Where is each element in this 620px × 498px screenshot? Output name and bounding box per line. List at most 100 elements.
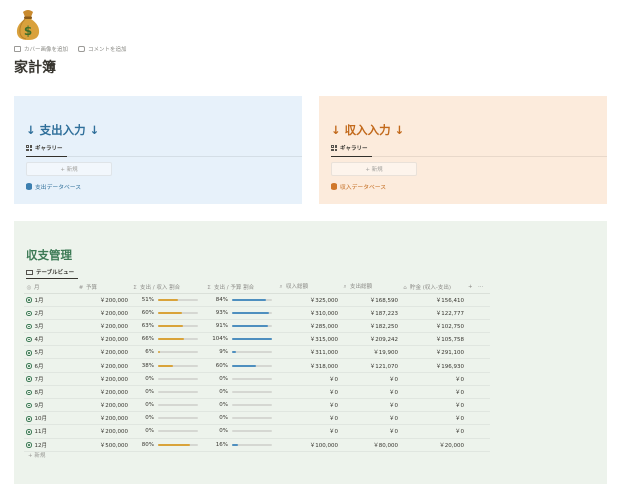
budget-cell[interactable]: ￥200,000 (76, 385, 130, 400)
expense-budget-ratio-cell[interactable]: 0% (204, 424, 276, 439)
add-comment-button[interactable]: コメントを追加 (78, 45, 127, 53)
table-row[interactable]: 8月 ￥200,000 0% 0% ￥0 ￥0 ￥0 (24, 385, 490, 400)
col-month[interactable]: ◎ 月 (24, 281, 76, 294)
expense-income-ratio-cell[interactable]: 80% (130, 438, 204, 452)
col-expense-budget-ratio[interactable]: Σ 支出 / 予算 割合 (204, 281, 276, 294)
expense-new-button[interactable]: + 新規 (26, 162, 112, 176)
page-title[interactable]: 家計簿 (14, 57, 56, 77)
budget-cell[interactable]: ￥200,000 (76, 372, 130, 386)
month-cell[interactable]: 5月 (24, 345, 76, 360)
expense-database-link[interactable]: 支出データベース (26, 182, 81, 191)
expense-total-cell[interactable]: ￥80,000 (340, 438, 400, 452)
expense-income-ratio-cell[interactable]: 6% (130, 345, 204, 360)
month-cell[interactable]: 7月 (24, 372, 76, 386)
expense-income-ratio-cell[interactable]: 38% (130, 358, 204, 373)
expense-total-cell[interactable]: ￥19,900 (340, 345, 400, 360)
expense-income-ratio-cell[interactable]: 0% (130, 411, 204, 426)
income-total-cell[interactable]: ￥311,000 (276, 345, 340, 360)
expense-gallery-tab[interactable]: ギャラリー (26, 142, 67, 157)
expense-budget-ratio-cell[interactable]: 9% (204, 345, 276, 360)
expense-income-ratio-cell[interactable]: 0% (130, 385, 204, 400)
income-total-cell[interactable]: ￥310,000 (276, 306, 340, 320)
month-cell[interactable]: 3月 (24, 319, 76, 334)
savings-cell[interactable]: ￥0 (400, 398, 466, 413)
table-row[interactable]: 4月 ￥200,000 66% 104% ￥315,000 ￥209,242 ￥105,75… (24, 332, 490, 347)
expense-income-ratio-cell[interactable]: 63% (130, 319, 204, 334)
add-column-button[interactable]: + (466, 281, 476, 294)
income-total-cell[interactable]: ￥315,000 (276, 332, 340, 347)
month-cell[interactable]: 2月 (24, 306, 76, 320)
expense-total-cell[interactable]: ￥121,070 (340, 358, 400, 373)
col-expense-total[interactable]: ⌕ 支出総額 (340, 281, 400, 294)
expense-total-cell[interactable]: ￥187,223 (340, 306, 400, 320)
table-row[interactable]: 11月 ￥200,000 0% 0% ￥0 ￥0 ￥0 (24, 424, 490, 439)
month-cell[interactable]: 9月 (24, 398, 76, 413)
budget-cell[interactable]: ￥200,000 (76, 293, 130, 307)
savings-cell[interactable]: ￥105,758 (400, 332, 466, 347)
month-cell[interactable]: 11月 (24, 424, 76, 439)
budget-cell[interactable]: ￥200,000 (76, 332, 130, 347)
expense-budget-ratio-cell[interactable]: 0% (204, 411, 276, 426)
expense-total-cell[interactable]: ￥0 (340, 411, 400, 426)
expense-budget-ratio-cell[interactable]: 104% (204, 332, 276, 347)
expense-budget-ratio-cell[interactable]: 0% (204, 372, 276, 386)
expense-total-cell[interactable]: ￥0 (340, 398, 400, 413)
budget-cell[interactable]: ￥200,000 (76, 319, 130, 334)
expense-total-cell[interactable]: ￥0 (340, 372, 400, 386)
savings-cell[interactable]: ￥156,410 (400, 293, 466, 307)
budget-cell[interactable]: ￥200,000 (76, 411, 130, 426)
table-row[interactable]: 3月 ￥200,000 63% 91% ￥285,000 ￥182,250 ￥102,750 (24, 319, 490, 334)
add-cover-button[interactable]: カバー画像を追加 (14, 45, 68, 53)
expense-budget-ratio-cell[interactable]: 84% (204, 293, 276, 307)
month-cell[interactable]: 4月 (24, 332, 76, 347)
savings-cell[interactable]: ￥0 (400, 385, 466, 400)
income-total-cell[interactable]: ￥100,000 (276, 438, 340, 452)
more-options-button[interactable]: ··· (476, 281, 490, 294)
col-savings[interactable]: ⌂ 貯金 (収入-支出) (400, 281, 466, 294)
table-row[interactable]: 6月 ￥200,000 38% 60% ￥318,000 ￥121,070 ￥196,930 (24, 358, 490, 373)
expense-income-ratio-cell[interactable]: 66% (130, 332, 204, 347)
money-bag-icon[interactable]: $ (14, 8, 42, 42)
expense-budget-ratio-cell[interactable]: 16% (204, 438, 276, 452)
expense-total-cell[interactable]: ￥0 (340, 385, 400, 400)
income-new-button[interactable]: + 新規 (331, 162, 417, 176)
savings-cell[interactable]: ￥102,750 (400, 319, 466, 334)
savings-cell[interactable]: ￥291,100 (400, 345, 466, 360)
table-row[interactable]: 12月 ￥500,000 80% 16% ￥100,000 ￥80,000 ￥20,000 (24, 438, 490, 452)
budget-cell[interactable]: ￥200,000 (76, 424, 130, 439)
month-cell[interactable]: 6月 (24, 358, 76, 373)
col-income-total[interactable]: ⌕ 収入総額 (276, 281, 340, 294)
income-total-cell[interactable]: ￥318,000 (276, 358, 340, 373)
savings-cell[interactable]: ￥20,000 (400, 438, 466, 452)
table-view-tab[interactable]: テーブルビュー (26, 268, 79, 279)
savings-cell[interactable]: ￥0 (400, 411, 466, 426)
income-gallery-tab[interactable]: ギャラリー (331, 142, 372, 157)
expense-income-ratio-cell[interactable]: 0% (130, 398, 204, 413)
savings-cell[interactable]: ￥0 (400, 424, 466, 439)
expense-income-ratio-cell[interactable]: 60% (130, 306, 204, 320)
expense-total-cell[interactable]: ￥168,590 (340, 293, 400, 307)
income-total-cell[interactable]: ￥0 (276, 411, 340, 426)
expense-total-cell[interactable]: ￥209,242 (340, 332, 400, 347)
budget-cell[interactable]: ￥200,000 (76, 358, 130, 373)
savings-cell[interactable]: ￥0 (400, 372, 466, 386)
col-budget[interactable]: # 予算 (76, 281, 130, 294)
new-row-button[interactable]: + 新規 (28, 451, 45, 459)
month-cell[interactable]: 10月 (24, 411, 76, 426)
expense-budget-ratio-cell[interactable]: 93% (204, 306, 276, 320)
savings-cell[interactable]: ￥122,777 (400, 306, 466, 320)
savings-cell[interactable]: ￥196,930 (400, 358, 466, 373)
table-row[interactable]: 1月 ￥200,000 51% 84% ￥325,000 ￥168,590 ￥156,410 (24, 293, 490, 307)
budget-cell[interactable]: ￥200,000 (76, 345, 130, 360)
income-total-cell[interactable]: ￥285,000 (276, 319, 340, 334)
expense-income-ratio-cell[interactable]: 0% (130, 372, 204, 386)
table-row[interactable]: 2月 ￥200,000 60% 93% ￥310,000 ￥187,223 ￥122,777 (24, 306, 490, 320)
month-cell[interactable]: 12月 (24, 438, 76, 452)
expense-budget-ratio-cell[interactable]: 0% (204, 398, 276, 413)
month-cell[interactable]: 8月 (24, 385, 76, 400)
income-database-link[interactable]: 収入データベース (331, 182, 386, 191)
expense-budget-ratio-cell[interactable]: 0% (204, 385, 276, 400)
table-row[interactable]: 7月 ￥200,000 0% 0% ￥0 ￥0 ￥0 (24, 372, 490, 386)
table-row[interactable]: 5月 ￥200,000 6% 9% ￥311,000 ￥19,900 ￥291,100 (24, 345, 490, 360)
col-expense-income-ratio[interactable]: Σ 支出 / 収入 割合 (130, 281, 204, 294)
